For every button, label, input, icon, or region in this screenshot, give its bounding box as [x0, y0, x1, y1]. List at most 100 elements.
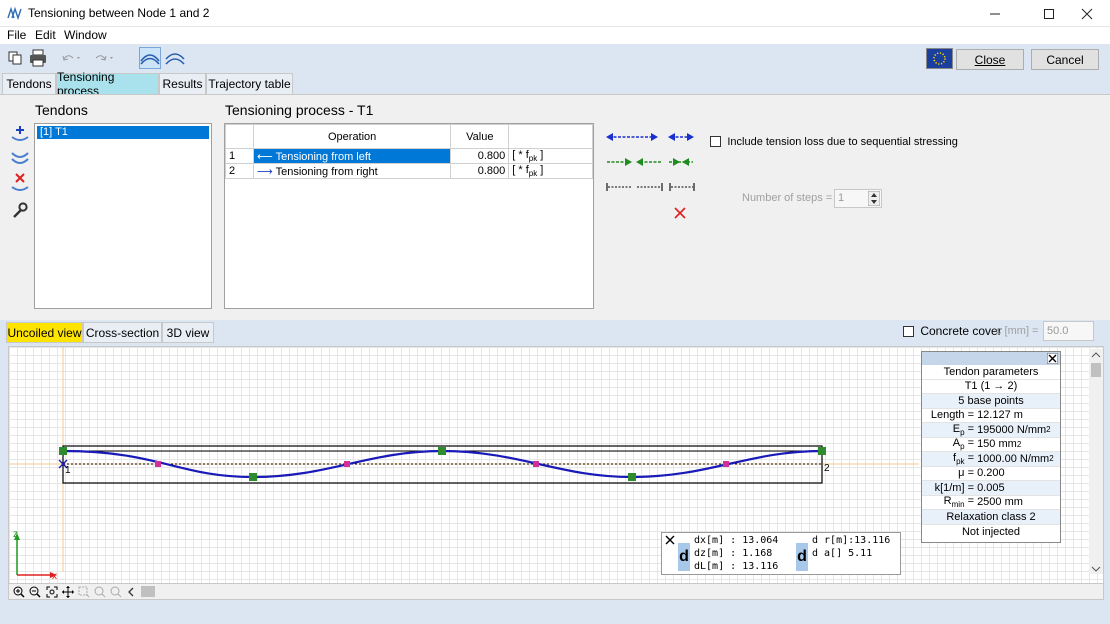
params-mu: μ = 0.200 [922, 467, 1060, 481]
operation-column-header[interactable]: Operation [252, 124, 452, 149]
edit-tendon-button[interactable] [10, 149, 30, 167]
tab-tensioning-process[interactable]: Tensioning process [56, 70, 159, 98]
delete-red-x-icon [674, 207, 686, 219]
scroll-left-icon[interactable] [127, 587, 135, 597]
tension-both-short-button[interactable] [668, 131, 694, 146]
zoom-extents-icon[interactable] [46, 586, 58, 598]
tab-3d-view[interactable]: 3D view [162, 322, 214, 343]
base-point[interactable] [249, 473, 257, 481]
operations-table-container: Operation Value 1 ⟵ Tensioning from left… [224, 123, 594, 309]
zoom-previous-icon[interactable] [94, 586, 106, 598]
undo-button[interactable] [60, 47, 82, 69]
inflection-point[interactable] [155, 461, 161, 467]
list-item[interactable]: [1] T1 [37, 126, 209, 139]
horizontal-scroll-thumb[interactable] [141, 586, 155, 597]
params-header [922, 352, 1060, 365]
params-ap: Ap = 150 mm 2 [922, 437, 1060, 452]
base-point[interactable] [59, 447, 67, 455]
include-loss-checkbox[interactable] [710, 136, 721, 148]
measure-values: dx[m] : 13.064 dz[m] : 1.168 dL[m] : 13.… [694, 535, 779, 572]
tab-results[interactable]: Results [159, 73, 206, 94]
steps-value: 1 [838, 192, 845, 204]
node-left-label: 1 [65, 465, 71, 476]
release-both-button[interactable] [668, 156, 694, 171]
zoom-window-icon[interactable] [78, 586, 90, 598]
copy-button[interactable] [4, 47, 26, 69]
params-base-points: 5 base points [922, 394, 1060, 409]
view-mode-arc-button[interactable] [164, 47, 186, 69]
menu-file[interactable]: File [7, 28, 26, 42]
eu-flag-icon[interactable] [926, 48, 953, 69]
release-right-button[interactable] [606, 156, 632, 171]
tab-trajectory-table[interactable]: Trajectory table [206, 73, 293, 94]
operation-cell[interactable]: ⟵ Tensioning from left [252, 147, 452, 165]
value-cell[interactable]: 0.800 [450, 163, 510, 180]
menu-edit[interactable]: Edit [35, 28, 56, 42]
tab-tendons[interactable]: Tendons [2, 73, 56, 94]
operation-cell[interactable]: ⟶ Tensioning from right [252, 163, 452, 180]
table-row[interactable]: 1 ⟵ Tensioning from left 0.800 [ * fpk ] [225, 147, 593, 165]
operation-text: Tensioning from right [275, 165, 378, 178]
tab-label: Tendons [6, 77, 52, 91]
uncoiled-view-canvas[interactable]: 1 2 z x Tendon parameters T1 (1 → 2) 5 b… [8, 346, 1104, 584]
inflection-point[interactable] [344, 461, 350, 467]
steps-stepper[interactable]: 1 [834, 189, 882, 208]
tendon-arc-icon [165, 53, 185, 65]
tension-both-ends-button[interactable] [606, 131, 658, 146]
inflection-point[interactable] [533, 461, 539, 467]
base-point[interactable] [628, 473, 636, 481]
base-point[interactable] [818, 447, 826, 455]
measure-panel: d dx[m] : 13.064 dz[m] : 1.168 dL[m] : 1… [661, 532, 901, 575]
print-button[interactable] [27, 47, 49, 69]
window-close-button[interactable] [1064, 0, 1110, 27]
anchor-left-icon [606, 183, 632, 191]
concrete-cover-checkbox[interactable] [903, 326, 914, 338]
add-tendon-button[interactable] [10, 125, 30, 143]
minimize-button[interactable] [972, 0, 1018, 27]
anchor-left-button[interactable] [606, 181, 632, 196]
cover-input[interactable]: 50.0 [1043, 321, 1094, 341]
spin-arrows-icon[interactable] [868, 191, 880, 206]
maximize-icon [1044, 8, 1054, 19]
scroll-thumb[interactable] [1091, 363, 1101, 377]
concrete-cover-option[interactable]: Concrete cover [903, 324, 1002, 338]
table-row[interactable]: 2 ⟶ Tensioning from right 0.800 [ * fpk … [225, 163, 593, 180]
inflection-point[interactable] [723, 461, 729, 467]
zoom-out-icon[interactable] [29, 586, 41, 598]
tab-cross-section[interactable]: Cross-section [83, 322, 162, 343]
params-fpk: fpk = 1000.00 N/mm 2 [922, 452, 1060, 467]
pan-icon[interactable] [62, 586, 74, 598]
release-left-button[interactable] [636, 156, 662, 171]
params-k: k[1/m] = 0.005 [922, 481, 1060, 496]
close-icon[interactable] [665, 535, 675, 545]
close-icon[interactable] [1047, 353, 1058, 364]
vertical-scrollbar[interactable] [1089, 349, 1103, 574]
anchor-right-button[interactable] [637, 181, 663, 196]
menu-window[interactable]: Window [64, 28, 107, 42]
unit-text: [ * f [512, 164, 529, 177]
scroll-down-icon[interactable] [1089, 564, 1103, 574]
zoom-next-icon[interactable] [110, 586, 122, 598]
view-mode-curve-button[interactable] [139, 47, 161, 69]
anchor-both-button[interactable] [669, 181, 695, 196]
zoom-in-icon[interactable] [13, 586, 25, 598]
scroll-up-icon[interactable] [1089, 350, 1103, 360]
view-toolbar [8, 584, 1104, 600]
printer-icon [30, 49, 46, 67]
cancel-button[interactable]: Cancel [1031, 49, 1099, 70]
close-button[interactable]: Close [956, 49, 1024, 70]
tab-uncoiled-view[interactable]: Uncoiled view [6, 322, 83, 343]
redo-button[interactable] [93, 47, 115, 69]
tendon-parameters-panel: Tendon parameters T1 (1 → 2) 5 base poin… [921, 351, 1061, 543]
row-number: 2 [225, 163, 254, 180]
delete-operation-button[interactable] [674, 207, 686, 222]
value-cell[interactable]: 0.800 [450, 147, 510, 165]
tendon-list[interactable]: [1] T1 [34, 123, 212, 309]
base-point[interactable] [438, 447, 446, 455]
value-column-header[interactable]: Value [450, 124, 510, 149]
delete-tendon-button[interactable] [10, 173, 30, 193]
settings-button[interactable] [11, 201, 29, 219]
unit-cell: [ * fpk ] [508, 163, 593, 180]
include-loss-option[interactable]: Include tension loss due to sequential s… [710, 134, 958, 148]
tendons-heading: Tendons [35, 102, 88, 118]
